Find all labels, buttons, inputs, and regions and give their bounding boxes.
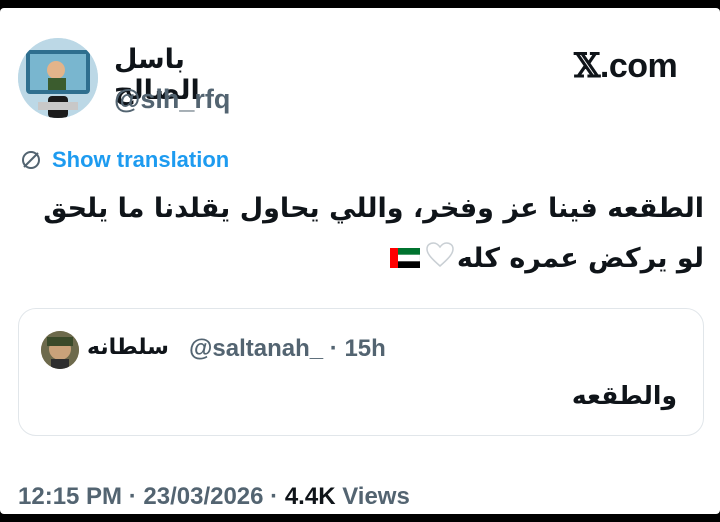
quoted-tweet-text: والطقعه: [571, 381, 677, 410]
tweet-footer: 12:15 PM · 23/03/2026 · 4.4K Views: [18, 483, 410, 511]
quoted-tweet[interactable]: سلطانه @saltanah_ · 15h والطقعه: [18, 308, 704, 436]
quoted-avatar-image: [41, 331, 79, 369]
avatar-image: [18, 38, 98, 118]
white-heart-emoji: [426, 235, 454, 285]
site-logo: 𝕏.com: [574, 46, 678, 86]
tweet-text-line-2: لو يركض عمره كله: [456, 243, 704, 274]
author-avatar[interactable]: [18, 38, 98, 118]
tweet-body: الطقعه فينا عز وفخر، واللي يحاول يقلدنا …: [24, 184, 704, 285]
show-translation-label[interactable]: Show translation: [52, 147, 229, 173]
author-handle[interactable]: @slh_rfq: [114, 84, 230, 115]
views-label: Views: [335, 483, 410, 510]
quoted-handle-time[interactable]: @saltanah_ · 15h: [189, 335, 386, 363]
tweet-timestamp[interactable]: 12:15 PM · 23/03/2026 ·: [18, 483, 285, 510]
quoted-display-name[interactable]: سلطانه: [87, 335, 169, 360]
site-label: .com: [599, 47, 678, 85]
globe-slash-icon: [22, 151, 40, 169]
tweet-text-line-2-wrapper: لو يركض عمره كله: [24, 234, 704, 285]
views-count: 4.4K: [284, 483, 336, 510]
quoted-author-avatar[interactable]: [41, 331, 79, 369]
show-translation-link[interactable]: Show translation: [20, 146, 229, 174]
tweet-text-line-1: الطقعه فينا عز وفخر، واللي يحاول يقلدنا …: [43, 193, 704, 224]
uae-flag-emoji: [389, 235, 421, 285]
tweet-card: باسل الصالح @slh_rfq 𝕏.com Show translat…: [0, 8, 720, 514]
x-logo-icon: 𝕏: [574, 46, 600, 86]
